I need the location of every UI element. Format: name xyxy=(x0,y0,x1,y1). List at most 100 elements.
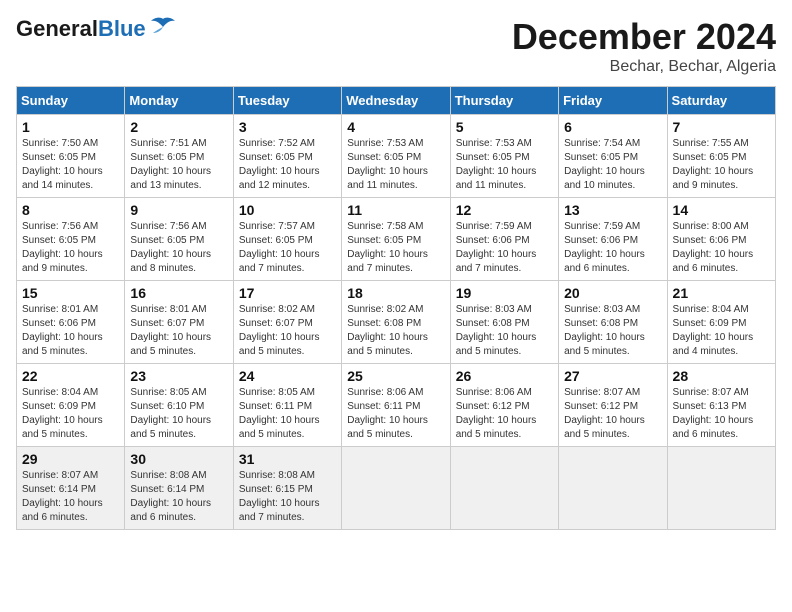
cell-info: Sunrise: 8:01 AM Sunset: 6:06 PM Dayligh… xyxy=(22,303,119,359)
week-row-3: 15 Sunrise: 8:01 AM Sunset: 6:06 PM Dayli… xyxy=(17,281,776,364)
cell-info: Sunrise: 7:56 AM Sunset: 6:05 PM Dayligh… xyxy=(130,220,227,276)
calendar-cell xyxy=(450,447,558,530)
calendar: SundayMondayTuesdayWednesdayThursdayFrid… xyxy=(16,86,776,530)
calendar-cell: 13 Sunrise: 7:59 AM Sunset: 6:06 PM Dayli… xyxy=(559,198,667,281)
day-number: 3 xyxy=(239,119,336,135)
day-number: 7 xyxy=(673,119,770,135)
week-row-5: 29 Sunrise: 8:07 AM Sunset: 6:14 PM Dayli… xyxy=(17,447,776,530)
cell-info: Sunrise: 8:03 AM Sunset: 6:08 PM Dayligh… xyxy=(456,303,553,359)
calendar-cell: 30Sunrise: 8:08 AM Sunset: 6:14 PM Dayli… xyxy=(125,447,233,530)
day-number: 17 xyxy=(239,285,336,301)
week-row-1: 1 Sunrise: 7:50 AM Sunset: 6:05 PM Daylig… xyxy=(17,115,776,198)
calendar-cell: 14 Sunrise: 8:00 AM Sunset: 6:06 PM Dayli… xyxy=(667,198,775,281)
cell-info: Sunrise: 7:51 AM Sunset: 6:05 PM Dayligh… xyxy=(130,137,227,193)
cell-info: Sunrise: 7:50 AM Sunset: 6:05 PM Dayligh… xyxy=(22,137,119,193)
calendar-cell: 12 Sunrise: 7:59 AM Sunset: 6:06 PM Dayli… xyxy=(450,198,558,281)
cell-info: Sunrise: 7:59 AM Sunset: 6:06 PM Dayligh… xyxy=(456,220,553,276)
day-number: 24 xyxy=(239,368,336,384)
cell-info: Sunrise: 8:08 AM Sunset: 6:15 PM Dayligh… xyxy=(239,469,336,525)
day-number: 4 xyxy=(347,119,444,135)
cell-info: Sunrise: 8:07 AM Sunset: 6:12 PM Dayligh… xyxy=(564,386,661,442)
cell-info: Sunrise: 8:08 AM Sunset: 6:14 PM Dayligh… xyxy=(130,469,227,525)
calendar-cell: 19 Sunrise: 8:03 AM Sunset: 6:08 PM Dayli… xyxy=(450,281,558,364)
calendar-cell: 24 Sunrise: 8:05 AM Sunset: 6:11 PM Dayli… xyxy=(233,364,341,447)
day-header-saturday: Saturday xyxy=(667,87,775,115)
day-header-wednesday: Wednesday xyxy=(342,87,450,115)
cell-info: Sunrise: 7:59 AM Sunset: 6:06 PM Dayligh… xyxy=(564,220,661,276)
calendar-cell: 10Sunrise: 7:57 AM Sunset: 6:05 PM Dayli… xyxy=(233,198,341,281)
day-number: 5 xyxy=(456,119,553,135)
logo-general-text: General xyxy=(16,16,98,42)
calendar-cell: 15 Sunrise: 8:01 AM Sunset: 6:06 PM Dayli… xyxy=(17,281,125,364)
header: General Blue December 2024 Bechar, Becha… xyxy=(16,16,776,76)
day-number: 23 xyxy=(130,368,227,384)
day-header-friday: Friday xyxy=(559,87,667,115)
calendar-cell: 1 Sunrise: 7:50 AM Sunset: 6:05 PM Daylig… xyxy=(17,115,125,198)
day-number: 9 xyxy=(130,202,227,218)
day-number: 8 xyxy=(22,202,119,218)
day-number: 14 xyxy=(673,202,770,218)
calendar-cell: 8 Sunrise: 7:56 AM Sunset: 6:05 PM Daylig… xyxy=(17,198,125,281)
cell-info: Sunrise: 7:56 AM Sunset: 6:05 PM Dayligh… xyxy=(22,220,119,276)
cell-info: Sunrise: 8:07 AM Sunset: 6:14 PM Dayligh… xyxy=(22,469,119,525)
calendar-cell xyxy=(667,447,775,530)
day-number: 13 xyxy=(564,202,661,218)
cell-info: Sunrise: 8:01 AM Sunset: 6:07 PM Dayligh… xyxy=(130,303,227,359)
cell-info: Sunrise: 8:04 AM Sunset: 6:09 PM Dayligh… xyxy=(673,303,770,359)
days-header-row: SundayMondayTuesdayWednesdayThursdayFrid… xyxy=(17,87,776,115)
day-number: 10 xyxy=(239,202,336,218)
calendar-cell: 21 Sunrise: 8:04 AM Sunset: 6:09 PM Dayli… xyxy=(667,281,775,364)
calendar-cell: 28 Sunrise: 8:07 AM Sunset: 6:13 PM Dayli… xyxy=(667,364,775,447)
cell-info: Sunrise: 8:05 AM Sunset: 6:11 PM Dayligh… xyxy=(239,386,336,442)
cell-info: Sunrise: 7:58 AM Sunset: 6:05 PM Dayligh… xyxy=(347,220,444,276)
day-number: 1 xyxy=(22,119,119,135)
cell-info: Sunrise: 8:07 AM Sunset: 6:13 PM Dayligh… xyxy=(673,386,770,442)
calendar-cell: 6Sunrise: 7:54 AM Sunset: 6:05 PM Daylig… xyxy=(559,115,667,198)
calendar-cell: 3 Sunrise: 7:52 AM Sunset: 6:05 PM Daylig… xyxy=(233,115,341,198)
day-number: 25 xyxy=(347,368,444,384)
day-header-monday: Monday xyxy=(125,87,233,115)
cell-info: Sunrise: 7:53 AM Sunset: 6:05 PM Dayligh… xyxy=(347,137,444,193)
day-header-tuesday: Tuesday xyxy=(233,87,341,115)
calendar-cell: 26Sunrise: 8:06 AM Sunset: 6:12 PM Dayli… xyxy=(450,364,558,447)
calendar-cell xyxy=(559,447,667,530)
calendar-cell: 31 Sunrise: 8:08 AM Sunset: 6:15 PM Dayli… xyxy=(233,447,341,530)
cell-info: Sunrise: 8:00 AM Sunset: 6:06 PM Dayligh… xyxy=(673,220,770,276)
calendar-cell: 4 Sunrise: 7:53 AM Sunset: 6:05 PM Daylig… xyxy=(342,115,450,198)
cell-info: Sunrise: 7:53 AM Sunset: 6:05 PM Dayligh… xyxy=(456,137,553,193)
cell-info: Sunrise: 8:02 AM Sunset: 6:07 PM Dayligh… xyxy=(239,303,336,359)
month-title: December 2024 xyxy=(512,16,776,58)
calendar-cell: 9 Sunrise: 7:56 AM Sunset: 6:05 PM Daylig… xyxy=(125,198,233,281)
calendar-cell: 11 Sunrise: 7:58 AM Sunset: 6:05 PM Dayli… xyxy=(342,198,450,281)
day-number: 26 xyxy=(456,368,553,384)
logo: General Blue xyxy=(16,16,177,42)
day-header-thursday: Thursday xyxy=(450,87,558,115)
title-area: December 2024 Bechar, Bechar, Algeria xyxy=(512,16,776,76)
day-number: 18 xyxy=(347,285,444,301)
bird-icon xyxy=(149,17,177,42)
day-number: 12 xyxy=(456,202,553,218)
day-number: 21 xyxy=(673,285,770,301)
calendar-cell: 29 Sunrise: 8:07 AM Sunset: 6:14 PM Dayli… xyxy=(17,447,125,530)
day-number: 6 xyxy=(564,119,661,135)
cell-info: Sunrise: 8:06 AM Sunset: 6:11 PM Dayligh… xyxy=(347,386,444,442)
day-number: 28 xyxy=(673,368,770,384)
week-row-2: 8 Sunrise: 7:56 AM Sunset: 6:05 PM Daylig… xyxy=(17,198,776,281)
cell-info: Sunrise: 8:03 AM Sunset: 6:08 PM Dayligh… xyxy=(564,303,661,359)
calendar-cell: 16Sunrise: 8:01 AM Sunset: 6:07 PM Dayli… xyxy=(125,281,233,364)
calendar-cell: 2 Sunrise: 7:51 AM Sunset: 6:05 PM Daylig… xyxy=(125,115,233,198)
day-header-sunday: Sunday xyxy=(17,87,125,115)
day-number: 2 xyxy=(130,119,227,135)
calendar-cell xyxy=(342,447,450,530)
cell-info: Sunrise: 7:52 AM Sunset: 6:05 PM Dayligh… xyxy=(239,137,336,193)
calendar-cell: 27Sunrise: 8:07 AM Sunset: 6:12 PM Dayli… xyxy=(559,364,667,447)
cell-info: Sunrise: 7:55 AM Sunset: 6:05 PM Dayligh… xyxy=(673,137,770,193)
day-number: 19 xyxy=(456,285,553,301)
calendar-cell: 20Sunrise: 8:03 AM Sunset: 6:08 PM Dayli… xyxy=(559,281,667,364)
day-number: 29 xyxy=(22,451,119,467)
day-number: 11 xyxy=(347,202,444,218)
day-number: 31 xyxy=(239,451,336,467)
calendar-cell: 22Sunrise: 8:04 AM Sunset: 6:09 PM Dayli… xyxy=(17,364,125,447)
day-number: 15 xyxy=(22,285,119,301)
day-number: 22 xyxy=(22,368,119,384)
